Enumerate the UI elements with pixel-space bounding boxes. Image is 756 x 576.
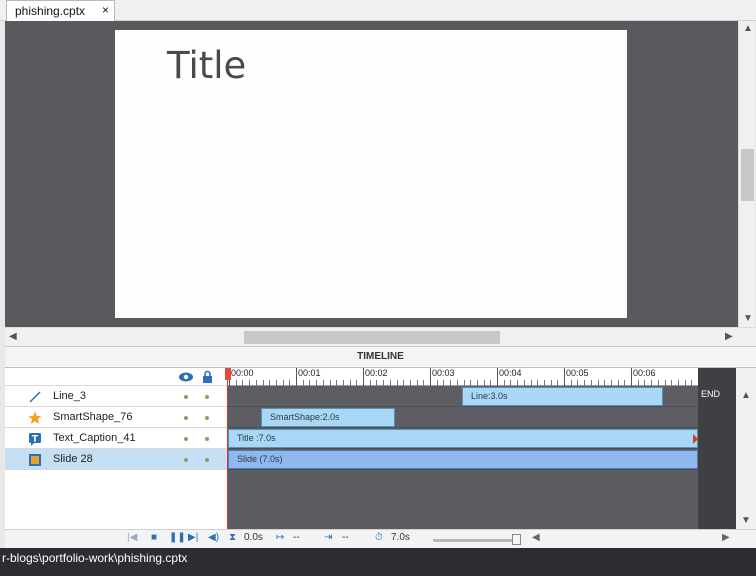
visibility-dot[interactable] — [184, 395, 188, 399]
lock-dot[interactable] — [205, 416, 209, 420]
ruler-tick-label: 00:05 — [566, 368, 589, 378]
timeline-bar-smartshape[interactable]: SmartShape:2.0s — [261, 408, 395, 427]
ruler-major-tick — [497, 368, 498, 386]
ruler-tick-label: 00:00 — [231, 368, 254, 378]
ruler-tick-label: 00:01 — [298, 368, 321, 378]
scroll-left-icon[interactable]: ◀ — [532, 532, 540, 543]
stage-vertical-scrollbar[interactable]: ▲ ▼ — [738, 21, 755, 327]
ruler-tick-label: 00:04 — [499, 368, 522, 378]
vertical-scroll-thumb[interactable] — [741, 149, 754, 201]
timeline-ruler[interactable]: 00:0000:0100:0200:0300:0400:0500:0600:07 — [227, 368, 736, 386]
zoom-slider-track[interactable] — [433, 539, 521, 542]
duration-icon: ⇥ — [324, 532, 333, 543]
visibility-dot[interactable] — [184, 437, 188, 441]
ruler-tick-label: 00:06 — [633, 368, 656, 378]
layer-row-text-caption[interactable]: T Text_Caption_41 — [5, 428, 227, 449]
scroll-down-icon[interactable]: ▼ — [741, 515, 751, 526]
layers-header — [5, 368, 227, 386]
speaker-icon[interactable]: ◀) — [208, 532, 219, 543]
ruler-tick-label: 00:03 — [432, 368, 455, 378]
ruler-major-tick — [363, 368, 364, 386]
next-icon[interactable]: ▶| — [188, 532, 198, 543]
lock-dot[interactable] — [205, 437, 209, 441]
layer-name: SmartShape_76 — [53, 411, 133, 423]
timeline-vertical-scrollbar[interactable]: ▲ ▼ — [736, 368, 756, 529]
timeline-header: TIMELINE — [5, 346, 756, 368]
total-duration: 7.0s — [391, 532, 410, 543]
lock-icon[interactable] — [202, 370, 213, 383]
slide-canvas[interactable]: Title — [115, 30, 627, 318]
stop-icon[interactable]: ■ — [151, 532, 157, 543]
visibility-dot[interactable] — [184, 416, 188, 420]
scroll-right-icon[interactable]: ▶ — [725, 331, 733, 342]
tab-bar: phishing.cptx × — [0, 0, 756, 21]
scroll-down-icon[interactable]: ▼ — [743, 313, 753, 324]
playhead-handle[interactable] — [225, 368, 231, 380]
scroll-right-icon[interactable]: ▶ — [722, 532, 730, 543]
in-point-icon: ↦ — [276, 532, 285, 543]
layer-row-smartshape[interactable]: SmartShape_76 — [5, 407, 227, 428]
playhead[interactable] — [225, 368, 231, 529]
ruler-major-tick — [296, 368, 297, 386]
scroll-up-icon[interactable]: ▲ — [743, 23, 753, 34]
ruler-major-tick — [631, 368, 632, 386]
scroll-up-icon[interactable]: ▲ — [741, 390, 751, 401]
line-icon — [29, 391, 41, 403]
slide-icon — [29, 454, 41, 466]
track-row-slide: Slide (7.0s) — [227, 449, 698, 470]
stage-horizontal-scrollbar[interactable]: ◀ ▶ — [5, 327, 756, 346]
layer-row-line[interactable]: Line_3 — [5, 386, 227, 407]
track-row-smartshape: SmartShape:2.0s — [227, 407, 698, 428]
scroll-left-icon[interactable]: ◀ — [9, 331, 17, 342]
horizontal-scroll-thumb[interactable] — [244, 331, 500, 344]
current-time: 0.0s — [244, 532, 263, 543]
lock-dot[interactable] — [205, 395, 209, 399]
timeline-end-zone: END — [698, 368, 736, 529]
layer-name: Slide 28 — [53, 453, 93, 465]
track-row-text-caption: Title :7.0s — [227, 428, 698, 449]
timeline-bar-line[interactable]: Line:3.0s — [462, 387, 663, 406]
timeline-controls: |◀ ■ ❚❚ ▶| ◀) ⧗ 0.0s ↦ -- ⇥ -- ⏱ 7.0s ◀ … — [5, 529, 756, 548]
ruler-major-tick — [564, 368, 565, 386]
duration-marker-value: -- — [342, 532, 349, 543]
end-label: END — [701, 389, 721, 399]
timeline-tracks: 00:0000:0100:0200:0300:0400:0500:0600:07… — [225, 368, 736, 529]
pause-icon[interactable]: ❚❚ — [169, 532, 186, 543]
zoom-slider-handle[interactable] — [512, 534, 521, 545]
track-row-line: Line:3.0s — [227, 386, 698, 407]
slide-title[interactable]: Title — [167, 44, 246, 87]
ruler-tick-label: 00:02 — [365, 368, 388, 378]
rewind-icon[interactable]: |◀ — [127, 532, 137, 543]
layer-name: Text_Caption_41 — [53, 432, 136, 444]
file-path: r-blogs\portfolio-work\phishing.cptx — [2, 551, 188, 565]
eye-icon[interactable] — [178, 371, 194, 383]
star-icon — [28, 411, 42, 424]
timeline-bar-text-caption[interactable]: Title :7.0s — [228, 429, 698, 448]
text-caption-icon: T — [29, 433, 41, 446]
timeline-layers-panel: Line_3 SmartShape_76 T Text_Caption_41 S… — [5, 368, 227, 529]
lock-dot[interactable] — [205, 458, 209, 462]
in-point-value: -- — [293, 532, 300, 543]
hourglass-icon: ⧗ — [229, 532, 237, 543]
timeline-bar-slide[interactable]: Slide (7.0s) — [228, 450, 698, 469]
close-tab-icon[interactable]: × — [102, 3, 109, 17]
ruler-major-tick — [430, 368, 431, 386]
svg-text:T: T — [32, 435, 39, 445]
stopwatch-icon: ⏱ — [375, 532, 383, 543]
document-tab[interactable]: phishing.cptx × — [6, 0, 115, 21]
status-bar: r-blogs\portfolio-work\phishing.cptx — [0, 548, 756, 576]
layer-row-slide[interactable]: Slide 28 — [5, 449, 227, 470]
visibility-dot[interactable] — [184, 458, 188, 462]
document-tab-label: phishing.cptx — [15, 4, 86, 18]
layer-name: Line_3 — [53, 390, 87, 402]
